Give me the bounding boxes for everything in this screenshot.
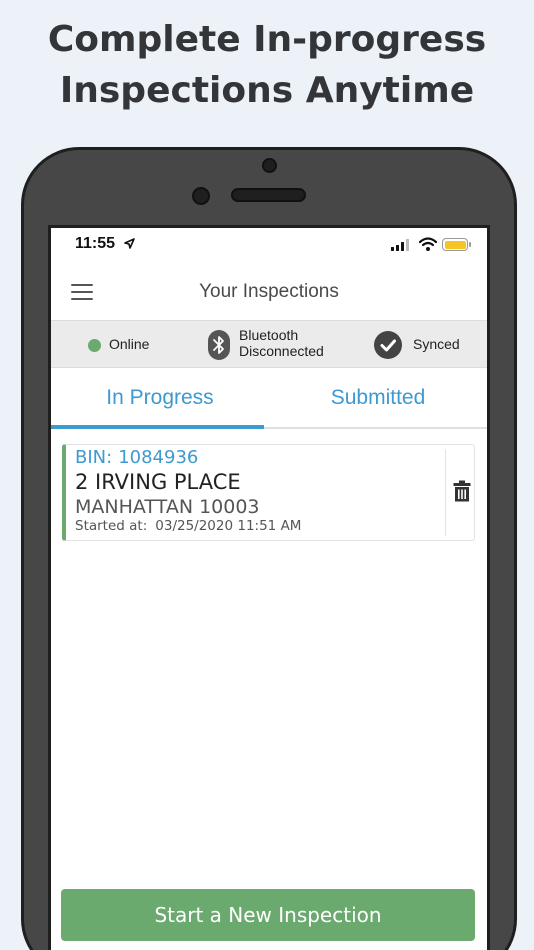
phone-screen: 11:55 Your Inspections Online Bluetooth … [48, 225, 490, 950]
inspection-tabs: In Progress Submitted [51, 368, 487, 430]
wifi-icon [419, 237, 437, 251]
nav-bar: Your Inspections [51, 266, 487, 318]
battery-icon [442, 238, 468, 251]
status-time: 11:55 [75, 235, 116, 252]
headline-line-2: Inspections Anytime [59, 70, 475, 111]
battery-nub [469, 242, 471, 247]
inspection-card[interactable]: BIN: 1084936 2 IRVING PLACE MANHATTAN 100… [62, 444, 475, 541]
synced-check-icon [374, 331, 402, 359]
location-arrow-icon [124, 238, 135, 249]
synced-label: Synced [413, 336, 460, 352]
bin-number: BIN: 1084936 [75, 447, 198, 468]
earpiece-speaker [231, 188, 306, 202]
bluetooth-state: Disconnected [239, 343, 324, 359]
bluetooth-status-label: Bluetooth Disconnected [239, 327, 349, 359]
card-divider [445, 449, 446, 536]
front-camera [192, 187, 210, 205]
headline: Complete In-progress Inspections Anytime [0, 14, 534, 116]
connection-status-bar: Online Bluetooth Disconnected Synced [51, 320, 487, 368]
start-new-inspection-button[interactable]: Start a New Inspection [61, 889, 475, 941]
online-status-dot-icon [88, 339, 101, 352]
page-title: Your Inspections [199, 281, 339, 302]
started-at-label: Started at: [75, 518, 148, 534]
headline-line-1: Complete In-progress [47, 19, 487, 60]
bin-value: 1084936 [118, 447, 199, 468]
front-sensor [262, 158, 277, 173]
tab-submitted[interactable]: Submitted [269, 368, 487, 428]
bin-label: BIN: [75, 447, 113, 468]
started-at-value: 03/25/2020 11:51 AM [155, 518, 302, 534]
cellular-signal-icon [391, 239, 409, 251]
trash-icon[interactable] [453, 480, 471, 502]
active-tab-indicator [51, 425, 264, 429]
bluetooth-icon [208, 330, 230, 360]
online-label: Online [109, 336, 150, 352]
borough-zip: MANHATTAN 10003 [75, 496, 260, 518]
started-at: Started at: 03/25/2020 11:51 AM [75, 518, 301, 534]
tab-divider [264, 427, 487, 429]
bluetooth-label: Bluetooth [239, 327, 299, 343]
tab-in-progress[interactable]: In Progress [51, 368, 269, 428]
status-bar: 11:55 [51, 228, 487, 262]
street-address: 2 IRVING PLACE [75, 470, 241, 494]
